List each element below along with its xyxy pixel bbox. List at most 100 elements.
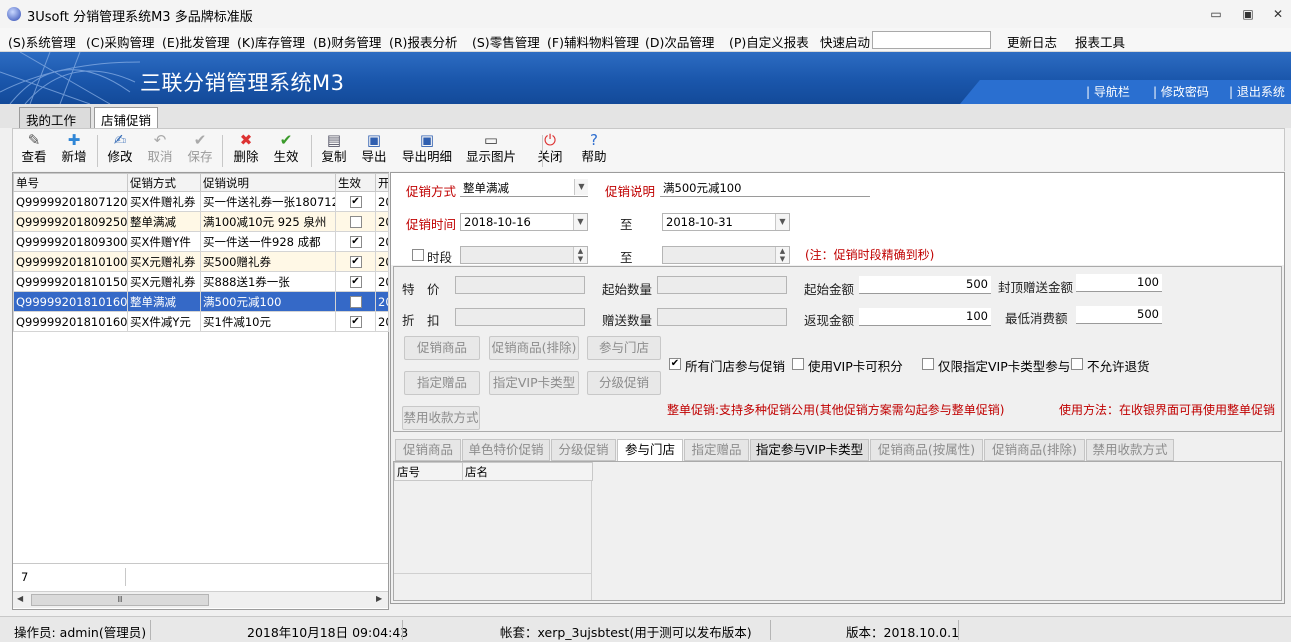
start-qty-input[interactable] bbox=[657, 276, 787, 294]
toolbar-export-detail-button[interactable]: ▣ 导出明细 bbox=[399, 129, 455, 171]
active-checkbox[interactable]: ✔ bbox=[349, 256, 362, 268]
menu-reports[interactable]: (R)报表分析 bbox=[389, 32, 457, 51]
minimize-button[interactable]: ▭ bbox=[1205, 4, 1227, 24]
table-row[interactable]: Q99999201809250001整单满减满100减10元 925 泉州 20 bbox=[13, 211, 389, 232]
toolbar-help-button[interactable]: ? 帮助 bbox=[579, 129, 609, 171]
cell-active[interactable]: ✔ bbox=[335, 271, 376, 292]
date-to-input[interactable]: 2018-10-31 ▼ bbox=[662, 213, 790, 231]
column-header-desc[interactable]: 促销说明 bbox=[200, 173, 336, 192]
cell-desc[interactable]: 买888送1券一张 bbox=[200, 271, 336, 292]
cashback-input[interactable]: 100 bbox=[859, 308, 991, 326]
menu-defective[interactable]: (D)次品管理 bbox=[645, 32, 714, 51]
menu-report-tools[interactable]: 报表工具 bbox=[1075, 32, 1125, 51]
toolbar-add-button[interactable]: ✚ 新增 bbox=[59, 129, 89, 171]
subtab-stores[interactable]: 参与门店 bbox=[617, 439, 683, 462]
cell-desc[interactable]: 买一件送一件928 成都 bbox=[200, 231, 336, 252]
active-checkbox[interactable]: ✔ bbox=[349, 196, 362, 208]
chevron-down-icon[interactable]: ▼ bbox=[573, 214, 587, 230]
menu-purchase[interactable]: (C)采购管理 bbox=[86, 32, 154, 51]
special-price-input[interactable] bbox=[455, 276, 585, 294]
toolbar-edit-button[interactable]: ✍ 修改 bbox=[105, 129, 135, 171]
menu-wholesale[interactable]: (E)批发管理 bbox=[162, 32, 230, 51]
cell-active[interactable]: ✔ bbox=[335, 251, 376, 272]
table-row[interactable]: Q99999201807120001买X件赠礼券买一件送礼券一张180712 ✔ 2… bbox=[13, 191, 389, 212]
column-header-type[interactable]: 促销方式 bbox=[127, 173, 201, 192]
column-header-active[interactable]: 生效 bbox=[335, 173, 376, 192]
vip-points-checkbox[interactable] bbox=[792, 358, 804, 370]
subtab-tiered[interactable]: 分级促销 bbox=[551, 439, 616, 461]
promo-desc-input[interactable]: 满500元减100 bbox=[660, 179, 870, 197]
toolbar-copy-button[interactable]: ▤ 复制 bbox=[319, 129, 349, 171]
cell-id[interactable]: Q99999201810150001 bbox=[13, 271, 128, 292]
cell-active[interactable]: ✔ bbox=[335, 291, 376, 312]
vip-type-only-checkbox[interactable] bbox=[922, 358, 934, 370]
cell-type[interactable]: 整单满减 bbox=[127, 291, 201, 312]
cell-desc[interactable]: 满100减10元 925 泉州 bbox=[200, 211, 336, 232]
start-amount-input[interactable]: 500 bbox=[859, 276, 991, 294]
menu-update-log[interactable]: 更新日志 bbox=[1007, 32, 1057, 51]
banner-link-navigation[interactable]: | 导航栏 bbox=[1086, 83, 1130, 100]
cell-id[interactable]: Q99999201809250001 bbox=[13, 211, 128, 232]
menu-finance[interactable]: (B)财务管理 bbox=[313, 32, 381, 51]
promo-type-select[interactable]: 整单满减 ▼ bbox=[460, 179, 588, 197]
menu-system[interactable]: (S)系统管理 bbox=[8, 32, 76, 51]
subtab-single-color-price[interactable]: 单色特价促销 bbox=[462, 439, 550, 461]
no-return-checkbox[interactable] bbox=[1071, 358, 1083, 370]
column-header-store-name[interactable]: 店名 bbox=[462, 462, 593, 481]
menu-retail[interactable]: (S)零售管理 bbox=[472, 32, 540, 51]
maximize-button[interactable]: ▣ bbox=[1237, 4, 1259, 24]
cell-type[interactable]: 买X件减Y元 bbox=[127, 311, 201, 332]
subtab-gifts[interactable]: 指定赠品 bbox=[684, 439, 749, 461]
period-from-input[interactable]: ▲ ▼ bbox=[460, 246, 588, 264]
quick-launch-input[interactable] bbox=[872, 31, 991, 49]
table-row[interactable]: Q99999201810160003买X件减Y元买1件减10元 ✔ 20 bbox=[13, 311, 389, 332]
excluded-products-button[interactable]: 促销商品(排除) bbox=[489, 336, 579, 360]
active-checkbox[interactable]: ✔ bbox=[349, 316, 362, 328]
cell-id[interactable]: Q99999201810100001 bbox=[13, 251, 128, 272]
menu-inventory[interactable]: (K)库存管理 bbox=[237, 32, 305, 51]
subtab-promo-products[interactable]: 促销商品 bbox=[395, 439, 461, 461]
active-checkbox[interactable] bbox=[349, 216, 362, 228]
spinner-icon[interactable]: ▲ ▼ bbox=[775, 247, 789, 263]
cell-type[interactable]: 整单满减 bbox=[127, 211, 201, 232]
cell-id[interactable]: Q99999201807120001 bbox=[13, 191, 128, 212]
menu-materials[interactable]: (F)辅料物料管理 bbox=[547, 32, 639, 51]
gift-qty-input[interactable] bbox=[657, 308, 787, 326]
chevron-down-icon[interactable]: ▼ bbox=[574, 179, 588, 195]
toolbar-undo-button[interactable]: ↶ 取消 bbox=[145, 129, 175, 171]
cell-type[interactable]: 买X件赠礼券 bbox=[127, 191, 201, 212]
column-header-store-no[interactable]: 店号 bbox=[394, 462, 463, 481]
cell-active[interactable]: ✔ bbox=[335, 191, 376, 212]
scrollbar-thumb[interactable]: Ⅲ bbox=[31, 594, 209, 606]
subtab-products-by-attr[interactable]: 促销商品(按属性) bbox=[870, 439, 983, 461]
toolbar-save-button[interactable]: ✔ 保存 bbox=[185, 129, 215, 171]
tiered-promo-button[interactable]: 分级促销 bbox=[587, 371, 661, 395]
horizontal-scrollbar[interactable]: ◀ Ⅲ ▶ bbox=[13, 591, 388, 608]
toolbar-close-button[interactable]: ⏻ 关闭 bbox=[535, 129, 565, 171]
disable-payment-button[interactable]: 禁用收款方式 bbox=[402, 406, 480, 430]
tab-my-workbench[interactable]: 我的工作台 bbox=[19, 107, 91, 147]
vip-card-type-button[interactable]: 指定VIP卡类型 bbox=[489, 371, 579, 395]
active-checkbox[interactable]: ✔ bbox=[349, 276, 362, 288]
close-window-button[interactable]: ✕ bbox=[1267, 4, 1289, 24]
scroll-left-icon[interactable]: ◀ bbox=[17, 594, 23, 603]
tab-store-promotion[interactable]: 店铺促销 bbox=[94, 107, 158, 129]
active-checkbox[interactable]: ✔ bbox=[349, 236, 362, 248]
date-from-input[interactable]: 2018-10-16 ▼ bbox=[460, 213, 588, 231]
table-row[interactable]: Q99999201810100001买X元赠礼券买500赠礼券 ✔ 20 bbox=[13, 251, 389, 272]
toolbar-picture-button[interactable]: ▭ 显示图片 bbox=[463, 129, 519, 171]
table-row[interactable]: Q99999201810150001买X元赠礼券买888送1券一张 ✔ 20 bbox=[13, 271, 389, 292]
cell-id[interactable]: Q99999201809300001 bbox=[13, 231, 128, 252]
menu-custom-reports[interactable]: (P)自定义报表 bbox=[729, 32, 809, 51]
gift-items-button[interactable]: 指定赠品 bbox=[404, 371, 480, 395]
cell-desc[interactable]: 买1件减10元 bbox=[200, 311, 336, 332]
cell-id[interactable]: Q99999201810160002 bbox=[13, 291, 128, 312]
toolbar-activate-button[interactable]: ✔ 生效 bbox=[271, 129, 301, 171]
cell-id[interactable]: Q99999201810160003 bbox=[13, 311, 128, 332]
spinner-icon[interactable]: ▲ ▼ bbox=[573, 247, 587, 263]
subtab-disabled-payment[interactable]: 禁用收款方式 bbox=[1086, 439, 1174, 461]
cell-desc[interactable]: 买500赠礼券 bbox=[200, 251, 336, 272]
promo-products-button[interactable]: 促销商品 bbox=[404, 336, 480, 360]
cell-desc[interactable]: 满500元减100 bbox=[200, 291, 336, 312]
subtab-excluded-products[interactable]: 促销商品(排除) bbox=[984, 439, 1085, 461]
